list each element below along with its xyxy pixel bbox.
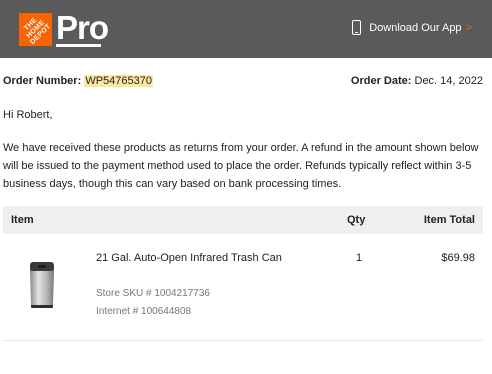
email-header: THE HOME DEPOT Pro Download Our App > bbox=[0, 0, 492, 58]
download-app-link[interactable]: Download Our App > bbox=[352, 20, 472, 35]
header-item-total: Item Total bbox=[423, 214, 475, 226]
order-date: Order Date: Dec. 14, 2022 bbox=[351, 75, 483, 87]
order-number: Order Number: WP54765370 bbox=[3, 75, 153, 87]
trash-can-image[interactable] bbox=[27, 260, 57, 310]
home-depot-logo[interactable]: THE HOME DEPOT bbox=[19, 13, 52, 46]
chevron-right-icon: > bbox=[465, 21, 472, 34]
header-qty: Qty bbox=[347, 214, 366, 226]
table-row: 21 Gal. Auto-Open Infrared Trash Can 1 $… bbox=[3, 238, 483, 341]
table-header: Item Qty Item Total bbox=[3, 206, 483, 234]
product-total: $69.98 bbox=[441, 252, 475, 264]
download-app-label: Download Our App bbox=[369, 21, 462, 34]
store-sku: Store SKU # 1004217736 bbox=[96, 288, 210, 299]
pro-underline bbox=[56, 44, 101, 47]
order-date-label: Order Date: bbox=[350, 75, 412, 87]
row-divider bbox=[3, 340, 483, 341]
product-qty: 1 bbox=[356, 252, 363, 264]
product-name[interactable]: 21 Gal. Auto-Open Infrared Trash Can bbox=[96, 252, 282, 264]
pro-label: Pro bbox=[56, 9, 109, 46]
refund-message: We have received these products as retur… bbox=[3, 142, 479, 190]
order-date-value: Dec. 14, 2022 bbox=[414, 75, 484, 87]
order-number-value: WP54765370 bbox=[84, 75, 153, 87]
logo-text: THE HOME DEPOT bbox=[22, 16, 52, 46]
internet-number: Internet # 100644808 bbox=[96, 306, 192, 317]
phone-icon bbox=[352, 20, 362, 35]
order-number-label: Order Number: bbox=[3, 75, 82, 87]
header-item: Item bbox=[11, 214, 34, 226]
greeting: Hi Robert, bbox=[3, 109, 53, 121]
